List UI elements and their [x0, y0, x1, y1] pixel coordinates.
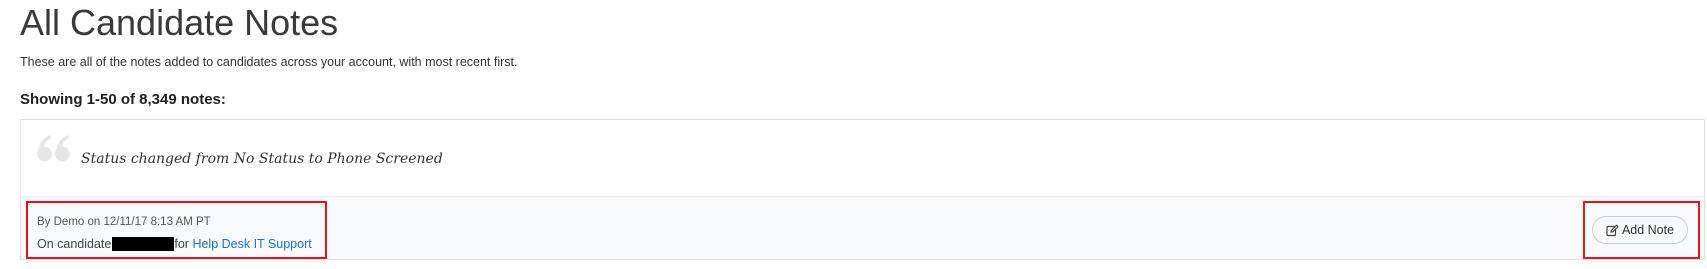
add-note-button[interactable]: Add Note — [1592, 216, 1688, 244]
note-footer: By Demo on 12/11/17 8:13 AM PT On candid… — [21, 196, 1704, 259]
edit-icon — [1606, 224, 1619, 237]
page-title: All Candidate Notes — [20, 2, 339, 43]
note-candidate-line: On candidate for Help Desk IT Support — [37, 235, 312, 253]
page-description: These are all of the notes added to cand… — [20, 55, 518, 69]
for-word: for — [174, 237, 189, 251]
redacted-candidate-name — [112, 237, 175, 251]
note-byline: By Demo on 12/11/17 8:13 AM PT — [37, 216, 211, 228]
add-note-label: Add Note — [1621, 223, 1675, 237]
note-meta-highlight: By Demo on 12/11/17 8:13 AM PT On candid… — [26, 201, 327, 259]
candidate-prefix: On candidate — [37, 237, 112, 251]
add-note-highlight: Add Note — [1583, 201, 1700, 259]
quote-icon — [35, 130, 75, 170]
results-count: Showing 1-50 of 8,349 notes: — [20, 91, 226, 108]
note-body: Status changed from No Status to Phone S… — [21, 120, 1704, 196]
job-link[interactable]: Help Desk IT Support — [192, 235, 311, 253]
note-text: Status changed from No Status to Phone S… — [81, 151, 443, 167]
note-card: Status changed from No Status to Phone S… — [20, 119, 1705, 260]
